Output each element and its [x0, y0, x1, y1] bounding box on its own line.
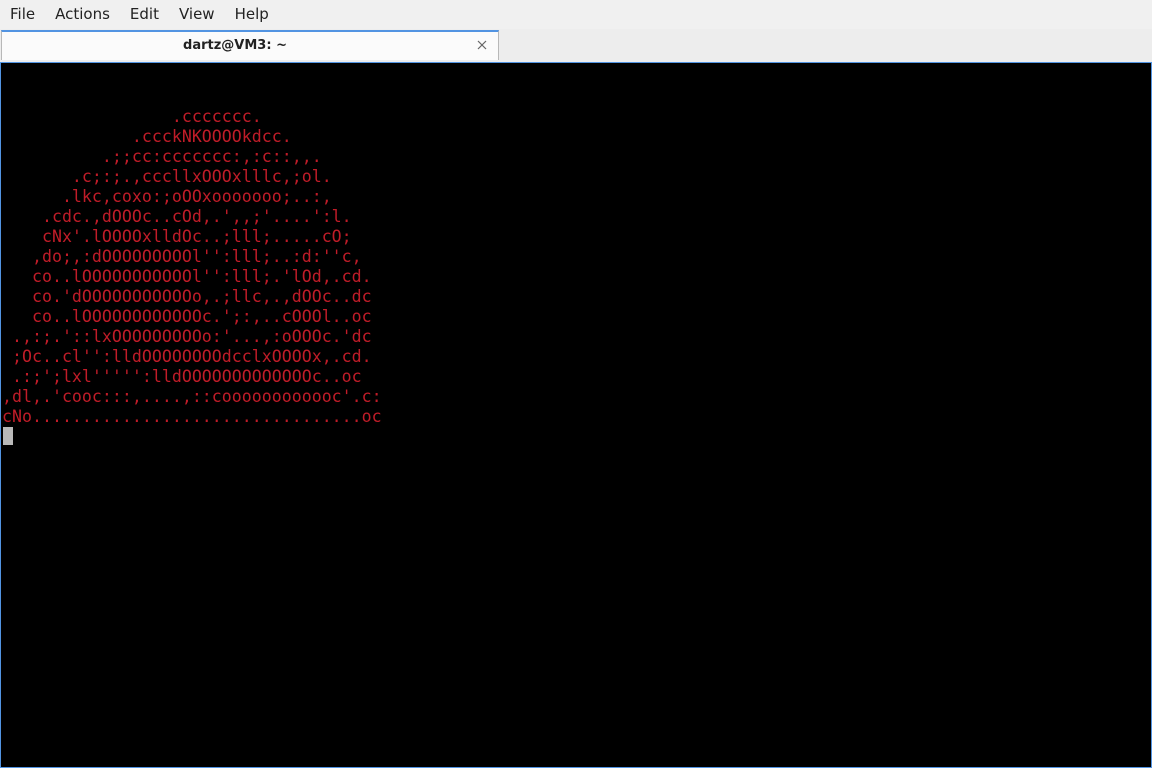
close-icon[interactable]: [474, 37, 490, 53]
menu-help[interactable]: Help: [225, 0, 279, 29]
menu-bar: File Actions Edit View Help: [0, 0, 1152, 29]
tab-bar: dartz@VM3: ~: [0, 29, 1152, 62]
menu-file[interactable]: File: [0, 0, 45, 29]
menu-view[interactable]: View: [169, 0, 225, 29]
terminal-output: .ccccccc. .ccckNKOOOOkdcc. .;;cc:ccccccc…: [2, 107, 382, 426]
menu-actions[interactable]: Actions: [45, 0, 120, 29]
tab-title: dartz@VM3: ~: [183, 38, 287, 53]
terminal-cursor: [3, 427, 13, 445]
terminal-area[interactable]: .ccccccc. .ccckNKOOOOkdcc. .;;cc:ccccccc…: [0, 62, 1152, 768]
terminal-tab[interactable]: dartz@VM3: ~: [1, 30, 499, 60]
menu-edit[interactable]: Edit: [120, 0, 169, 29]
